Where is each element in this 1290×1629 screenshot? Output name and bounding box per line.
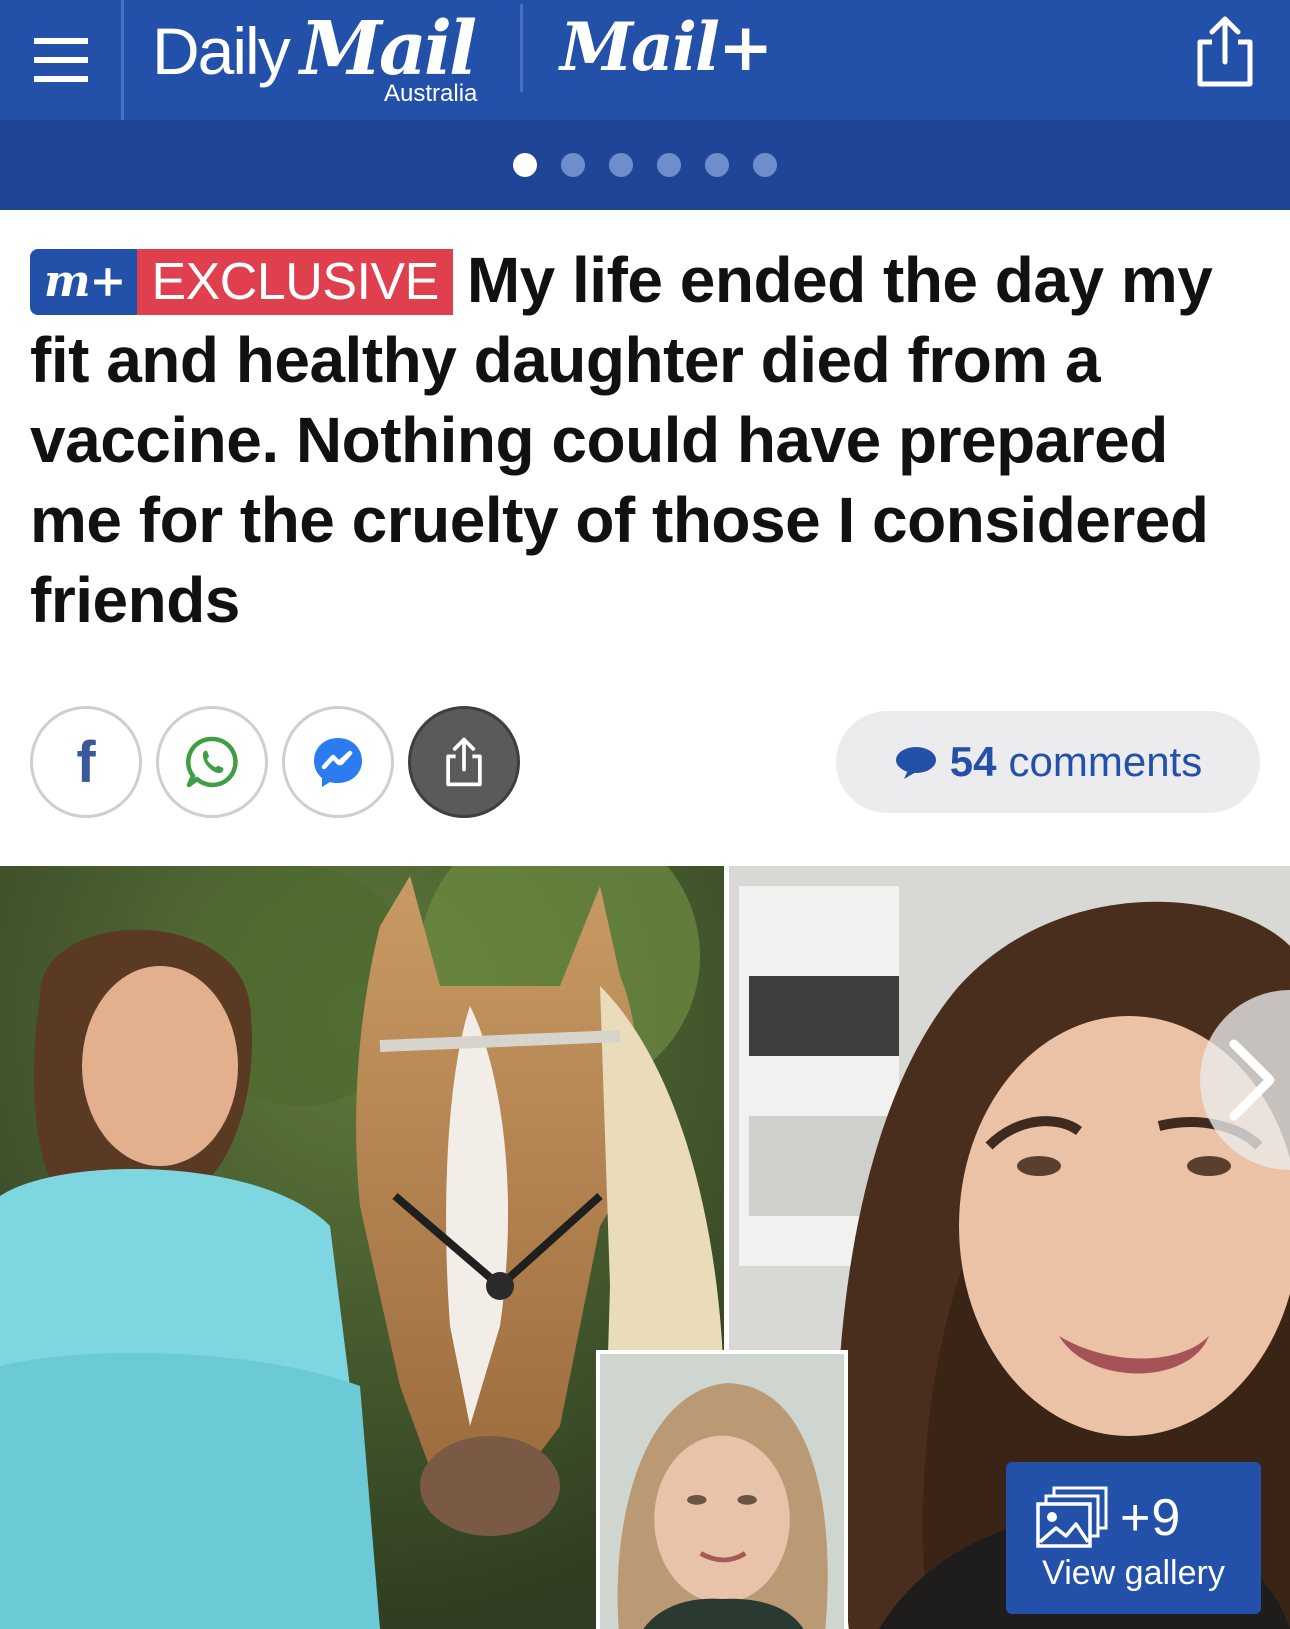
carousel-indicator bbox=[0, 120, 1290, 210]
next-image-button[interactable] bbox=[1200, 990, 1290, 1170]
gallery-label: View gallery bbox=[1042, 1554, 1225, 1592]
share-icon bbox=[1197, 16, 1253, 87]
exclusive-label: EXCLUSIVE bbox=[137, 249, 453, 315]
photo-mother-inset bbox=[596, 1350, 848, 1629]
logo-region: Australia bbox=[384, 80, 478, 107]
hamburger-menu-icon bbox=[33, 38, 88, 82]
article-headline-block: m+ EXCLUSIVE My life ended the day my fit … bbox=[30, 240, 1260, 640]
comments-count: 54 bbox=[949, 738, 997, 785]
speech-bubble-icon bbox=[895, 747, 936, 779]
logo-daily: Daily bbox=[152, 14, 291, 88]
gallery-icon bbox=[1036, 1486, 1108, 1548]
daily-mail-logo[interactable]: Daily Mail Australia bbox=[152, 6, 492, 114]
mail-plus-link[interactable]: Mail+ bbox=[560, 14, 773, 80]
whatsapp-icon bbox=[185, 736, 238, 788]
carousel-dot[interactable] bbox=[513, 153, 537, 177]
carousel-dot[interactable] bbox=[609, 153, 633, 177]
view-gallery-button[interactable]: +9 View gallery bbox=[1006, 1462, 1261, 1614]
exclusive-badge: m+ EXCLUSIVE bbox=[30, 249, 453, 315]
facebook-icon: f bbox=[76, 729, 96, 795]
messenger-share-button[interactable] bbox=[282, 706, 394, 818]
carousel-dot[interactable] bbox=[657, 153, 681, 177]
carousel-dot[interactable] bbox=[561, 153, 585, 177]
facebook-share-button[interactable]: f bbox=[30, 706, 142, 818]
messenger-icon bbox=[314, 738, 362, 787]
header-divider bbox=[520, 4, 523, 92]
header-share-button[interactable] bbox=[1190, 14, 1260, 88]
article-hero-image[interactable]: +9 View gallery bbox=[0, 866, 1290, 1629]
menu-button[interactable] bbox=[0, 0, 124, 120]
comments-label: comments bbox=[1008, 738, 1203, 785]
carousel-dot[interactable] bbox=[753, 153, 777, 177]
gallery-count: +9 bbox=[1120, 1489, 1182, 1547]
top-nav-bar: Daily Mail Australia Mail+ bbox=[0, 0, 1290, 120]
share-icon bbox=[446, 737, 482, 787]
whatsapp-share-button[interactable] bbox=[156, 706, 268, 818]
mail-plus-badge-logo: m+ bbox=[30, 249, 138, 315]
chevron-right-icon bbox=[1229, 1039, 1275, 1121]
comments-button[interactable]: 54 comments bbox=[836, 711, 1260, 813]
more-share-button[interactable] bbox=[408, 706, 520, 818]
logo-mail: Mail bbox=[300, 6, 477, 92]
carousel-dot[interactable] bbox=[705, 153, 729, 177]
